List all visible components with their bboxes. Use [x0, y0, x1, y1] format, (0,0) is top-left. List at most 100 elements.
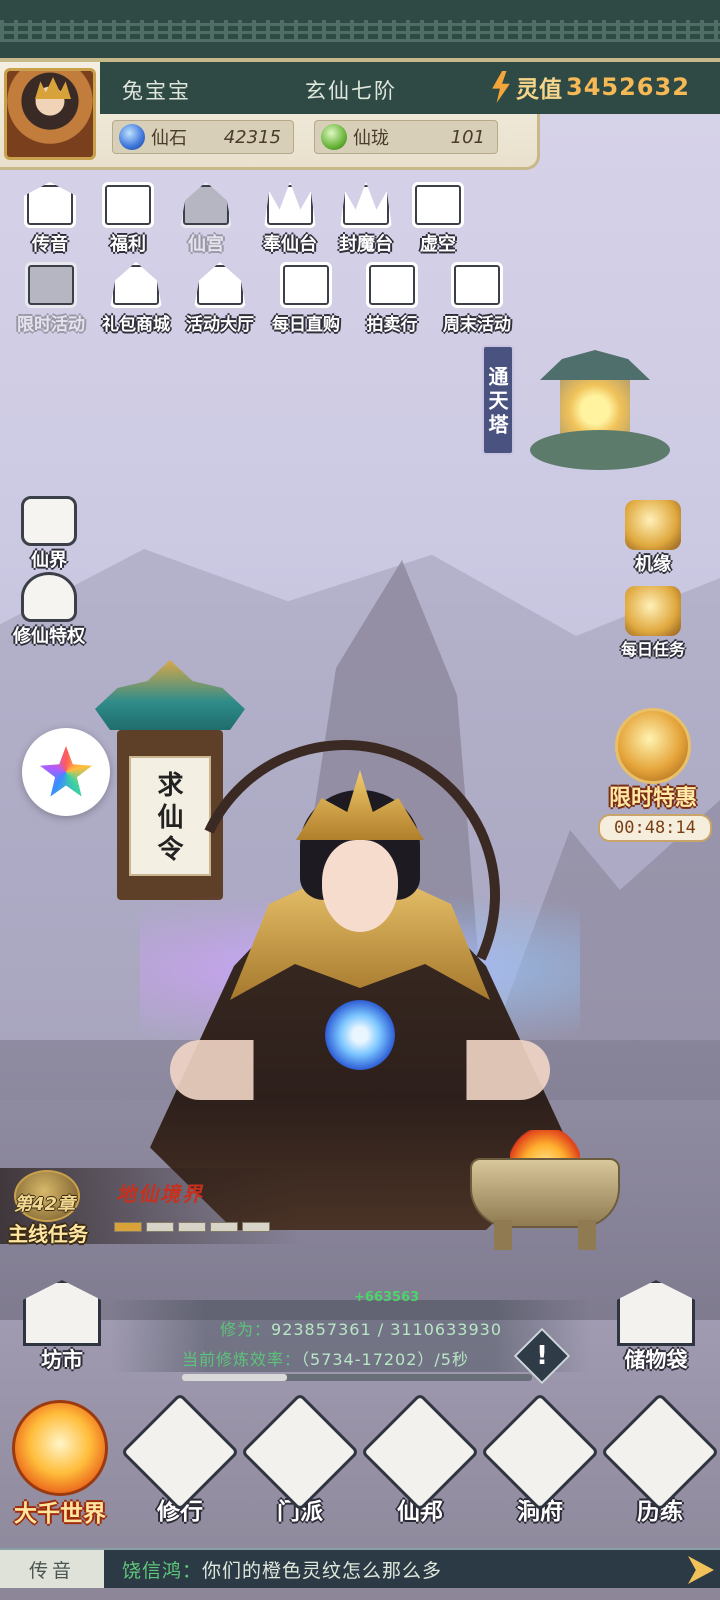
- calendar-book-icon: [615, 708, 691, 784]
- realm-progress: [114, 1222, 270, 1232]
- side-meirirenwu[interactable]: 每日任务: [608, 586, 698, 660]
- cauldron-leg: [578, 1220, 596, 1250]
- cloud-realm-icon: [21, 496, 77, 546]
- top-frame: [0, 0, 720, 62]
- spirit-orb: [325, 1000, 395, 1070]
- xiuwei-value: 923857361 / 3110633930: [271, 1320, 502, 1339]
- feature-libaoshangcheng[interactable]: 礼包商城: [94, 262, 178, 340]
- tongtian-tower[interactable]: [530, 310, 680, 480]
- gavel-icon: [366, 262, 418, 308]
- limited-offer[interactable]: 限时特惠 00:48:14: [598, 708, 712, 842]
- pouch-icon: [617, 1280, 695, 1346]
- chat-text: 你们的橙色灵纹怎么那么多: [202, 1559, 443, 1582]
- currency-label: 仙珑: [353, 128, 389, 149]
- market-icon: [23, 1280, 101, 1346]
- nav-label: 大千世界: [14, 1501, 106, 1527]
- rate-value: （5734-17202）/5秒: [301, 1350, 469, 1369]
- lightning-icon: [492, 71, 510, 103]
- quest-label[interactable]: 主线任务: [8, 1218, 88, 1247]
- xiuwei-line: 修为：923857361 / 3110633930: [220, 1316, 502, 1340]
- side-jiyuan[interactable]: 机缘: [608, 500, 698, 576]
- currency-amount: 42315: [223, 126, 281, 148]
- shop-button[interactable]: 坊市: [12, 1280, 112, 1374]
- feature-label: 拍卖行: [366, 315, 418, 335]
- nav-menpai[interactable]: 门派: [240, 1392, 360, 1526]
- feature-fuli[interactable]: 福利: [88, 182, 168, 260]
- coin-icon: [280, 262, 332, 308]
- feature-zhoumohuodong[interactable]: 周末活动: [434, 262, 520, 340]
- feature-chuanyin[interactable]: 传音: [10, 182, 90, 260]
- cauldron-pot: [470, 1158, 620, 1228]
- bag-button[interactable]: 储物袋: [606, 1280, 706, 1374]
- cultivation-gain: +663563: [354, 1290, 420, 1305]
- realm-progress-segment: [210, 1222, 238, 1232]
- nav-xiuxing[interactable]: 修行: [120, 1392, 240, 1526]
- lock-icon: [25, 262, 77, 308]
- exclamation-icon: !: [536, 1341, 548, 1371]
- tower-label[interactable]: 通天塔: [482, 345, 514, 455]
- floating-island: [530, 430, 670, 470]
- calendar-icon: [451, 262, 503, 308]
- nav-dongfu[interactable]: 洞府: [480, 1392, 600, 1526]
- character-face: [322, 840, 398, 932]
- chat-expand-arrow-icon[interactable]: [688, 1556, 714, 1584]
- bottom-nav: 大千世界 修行 门派 仙邦 洞府 历练: [0, 1392, 720, 1550]
- currency-amount: 101: [450, 126, 485, 148]
- side-xianjie[interactable]: 仙界: [4, 496, 94, 572]
- nav-xianbang[interactable]: 仙邦: [360, 1392, 480, 1526]
- chat-tab[interactable]: 传音: [0, 1550, 104, 1588]
- rate-label: 当前修炼效率：: [182, 1350, 302, 1369]
- cultivation-progress-bar: [182, 1374, 532, 1381]
- pagoda-roof: [540, 350, 650, 380]
- feature-huodongdating[interactable]: 活动大厅: [178, 262, 262, 340]
- nav-lilian[interactable]: 历练: [600, 1392, 720, 1526]
- side-label: 每日任务: [620, 640, 685, 659]
- atom-icon: [412, 182, 464, 228]
- chat-sender: 饶信鸿：: [122, 1559, 203, 1582]
- feature-xiangong[interactable]: 仙宫: [166, 182, 246, 260]
- realm-progress-segment: [146, 1222, 174, 1232]
- feature-meirizhigou[interactable]: 每日直购: [264, 262, 348, 340]
- player-avatar[interactable]: [4, 68, 96, 160]
- quest-chapter: 第42章: [14, 1194, 76, 1215]
- side-label: 仙界: [31, 550, 67, 571]
- realm-label: 地仙境界: [116, 1182, 204, 1206]
- bag-label: 储物袋: [624, 1348, 688, 1372]
- alchemy-cauldron[interactable]: [460, 1130, 630, 1250]
- realm-progress-segment: [242, 1222, 270, 1232]
- power-display: 灵值 3452632: [490, 70, 690, 104]
- colorful-star-icon: [40, 746, 92, 797]
- feature-label: 福利: [110, 234, 146, 255]
- world-swirl-icon: [12, 1400, 108, 1496]
- player-rank: 玄仙七阶: [305, 79, 397, 103]
- chat-bar[interactable]: 传音 饶信鸿：你们的橙色灵纹怎么那么多: [0, 1548, 720, 1588]
- feature-label: 每日直购: [272, 315, 340, 335]
- side-label: 机缘: [635, 554, 671, 575]
- limited-offer-timer: 00:48:14: [598, 814, 712, 842]
- currency-label: 仙石: [151, 128, 187, 149]
- gift-box-icon: [102, 182, 154, 228]
- currency-xianlong[interactable]: 仙珑 101: [314, 120, 498, 154]
- currency-xianshi[interactable]: 仙石 42315: [112, 120, 294, 154]
- feature-label: 仙宫: [188, 234, 224, 255]
- feature-xianshihuodong[interactable]: 限时活动: [8, 262, 94, 340]
- shop-label: 坊市: [41, 1348, 83, 1372]
- feature-label: 礼包商城: [102, 315, 170, 335]
- feature-paimaihang[interactable]: 拍卖行: [350, 262, 434, 340]
- nav-daqianshijie[interactable]: 大千世界: [1, 1400, 119, 1528]
- cauldron-leg: [494, 1220, 512, 1250]
- cultivation-progress-fill: [182, 1374, 287, 1381]
- realm-progress-segment: [114, 1222, 142, 1232]
- shrine-roof: [95, 660, 245, 730]
- player-name: 兔宝宝: [122, 79, 191, 103]
- seal-icon: [340, 182, 392, 228]
- hall-icon: [194, 262, 246, 308]
- power-value: 3452632: [566, 73, 690, 101]
- blue-gem-icon: [119, 124, 145, 150]
- side-xiuxiantequan[interactable]: 修仙特权: [4, 572, 94, 648]
- feature-label: 活动大厅: [186, 315, 254, 335]
- feature-label: 传音: [32, 234, 68, 255]
- rate-line: 当前修炼效率：（5734-17202）/5秒: [182, 1346, 469, 1370]
- scroll-icon: [625, 586, 681, 636]
- feature-xukong[interactable]: 虚空: [398, 182, 478, 260]
